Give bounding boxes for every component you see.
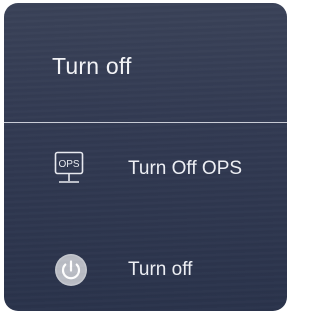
turn-off-ops-label: Turn Off OPS bbox=[128, 158, 243, 179]
turn-off-label: Turn off bbox=[128, 259, 193, 280]
turn-off-dialog: Turn off OPS Turn Off OPS Turn off bbox=[4, 3, 287, 311]
divider bbox=[4, 122, 287, 123]
ops-icon-text: OPS bbox=[58, 159, 79, 170]
dialog-title: Turn off bbox=[52, 53, 132, 79]
power-icon bbox=[55, 254, 87, 286]
turn-off-menu-item[interactable]: Turn off bbox=[4, 240, 287, 300]
ops-display-icon: OPS bbox=[54, 151, 84, 183]
turn-off-ops-menu-item[interactable]: OPS Turn Off OPS bbox=[4, 139, 287, 199]
